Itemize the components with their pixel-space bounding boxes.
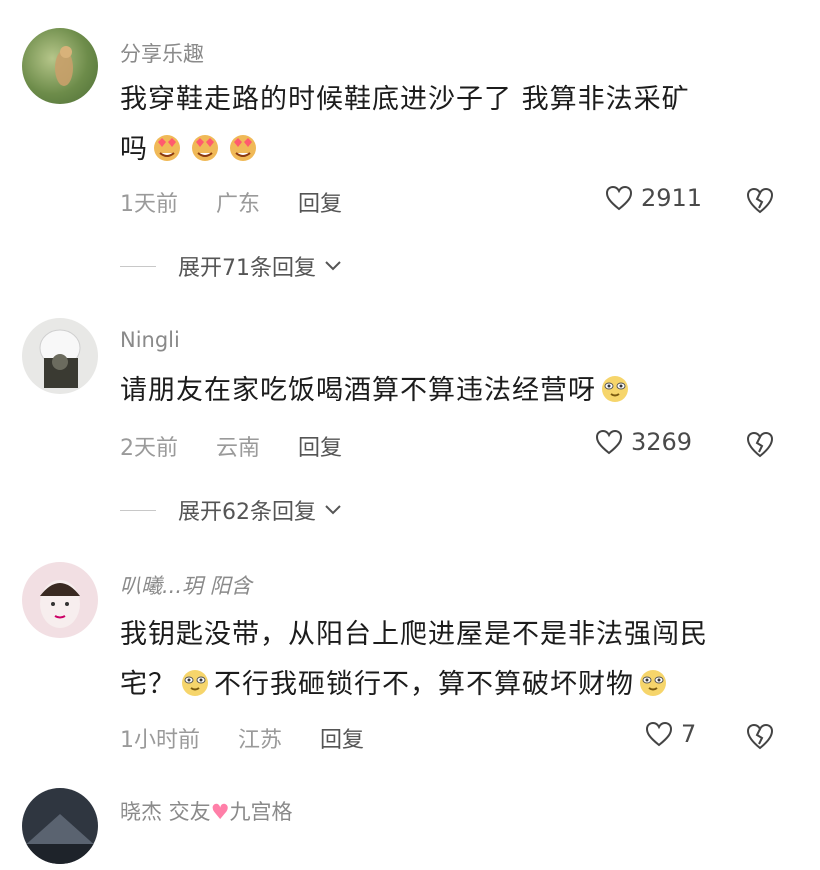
avatar[interactable]: [22, 318, 98, 394]
comment-text-fragment: 宅？: [120, 669, 176, 700]
username-text: 九宫格: [229, 800, 293, 824]
like-button[interactable]: 2911: [605, 184, 702, 212]
comment-time: 2天前: [120, 436, 178, 461]
comment-text-line: 我穿鞋走路的时候鞋底进沙子了 我算非法采矿: [120, 84, 690, 115]
comment-text: 我穿鞋走路的时候鞋底进沙子了 我算非法采矿 吗: [120, 75, 780, 175]
heart-icon: [595, 429, 623, 455]
username[interactable]: 叭曦...玥 阳含: [120, 570, 252, 600]
expand-label: 展开62条回复: [178, 500, 316, 525]
dislike-button[interactable]: [745, 430, 775, 458]
comment-text-fragment: 请朋友在家吃饭喝酒算不算违法经营呀: [120, 375, 596, 406]
avatar-image: [22, 814, 98, 864]
comment-text-fragment: 不行我砸锁行不，算不算破坏财物: [214, 669, 634, 700]
avatar[interactable]: [22, 788, 98, 864]
broken-heart-icon: [746, 431, 774, 458]
reply-button[interactable]: 回复: [298, 436, 342, 461]
comment-time: 1小时前: [120, 728, 200, 753]
comment-text: 我钥匙没带，从阳台上爬进屋是不是非法强闯民 宅？ 不行我砸锁行不，算不算破坏财物: [120, 610, 780, 710]
reply-button[interactable]: 回复: [298, 192, 342, 217]
divider: [120, 509, 156, 511]
avatar-image: [39, 329, 81, 388]
expand-replies-button[interactable]: 展开62条回复: [120, 494, 342, 526]
username[interactable]: Ningli: [120, 328, 180, 352]
avatar[interactable]: [22, 28, 98, 104]
comment-text-line: 吗: [120, 125, 780, 175]
like-count: 3269: [631, 428, 693, 456]
broken-heart-icon: [746, 187, 774, 214]
avatar[interactable]: [22, 562, 98, 638]
comment-location: 江苏: [238, 728, 283, 753]
like-count: 7: [681, 720, 697, 748]
comment-location: 广东: [216, 192, 261, 217]
avatar-image: [40, 580, 80, 628]
heart-icon: [605, 185, 633, 211]
doge-emoji: [636, 664, 670, 696]
heart-eyes-emoji: [226, 129, 260, 161]
chevron-down-icon: [325, 261, 341, 271]
chevron-down-icon: [325, 505, 341, 515]
like-count: 2911: [641, 184, 703, 212]
comment-text: 请朋友在家吃饭喝酒算不算违法经营呀: [120, 366, 780, 416]
heart-icon: ♥: [210, 800, 230, 824]
comment-meta: 1小时前 江苏 回复: [120, 722, 402, 754]
expand-replies-button[interactable]: 展开71条回复: [120, 250, 342, 282]
comment-text-line: 宅？ 不行我砸锁行不，算不算破坏财物: [120, 660, 780, 710]
like-button[interactable]: 7: [645, 720, 696, 748]
like-button[interactable]: 3269: [595, 428, 692, 456]
comment-time: 1天前: [120, 192, 178, 217]
divider: [120, 265, 156, 267]
dislike-button[interactable]: [745, 186, 775, 214]
dislike-button[interactable]: [745, 722, 775, 750]
comment-text-line: 请朋友在家吃饭喝酒算不算违法经营呀: [120, 366, 780, 416]
broken-heart-icon: [746, 723, 774, 750]
doge-emoji: [598, 370, 632, 402]
comment-location: 云南: [216, 436, 261, 461]
username[interactable]: 晓杰 交友♥九宫格: [120, 796, 293, 826]
heart-eyes-emoji: [188, 129, 222, 161]
reply-button[interactable]: 回复: [320, 728, 364, 753]
comment-text-line: 我钥匙没带，从阳台上爬进屋是不是非法强闯民: [120, 619, 708, 650]
doge-emoji: [178, 664, 212, 696]
comment-meta: 2天前 云南 回复: [120, 430, 380, 462]
comment-meta: 1天前 广东 回复: [120, 186, 380, 218]
username-text: 晓杰 交友: [120, 800, 211, 824]
username[interactable]: 分享乐趣: [120, 38, 204, 68]
heart-icon: [645, 721, 673, 747]
heart-eyes-emoji: [150, 129, 184, 161]
avatar-image: [55, 46, 73, 86]
expand-label: 展开71条回复: [178, 256, 316, 281]
comment-text-fragment: 吗: [120, 134, 148, 165]
